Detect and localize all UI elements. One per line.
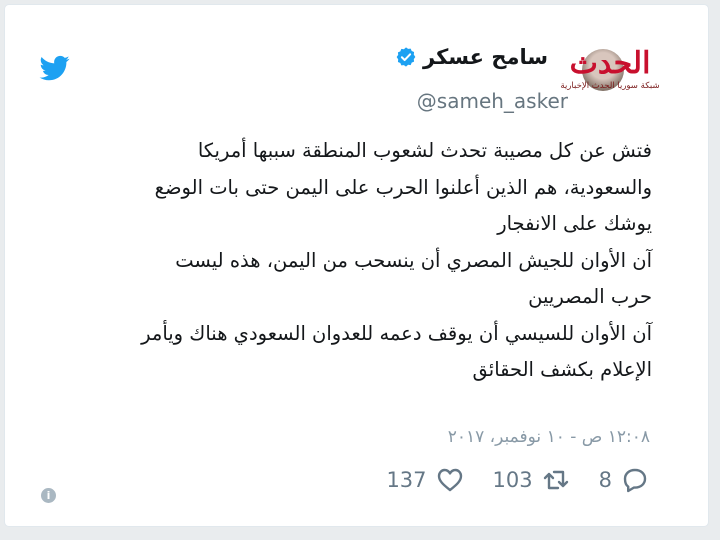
retweet-button[interactable]: 103 xyxy=(493,465,571,495)
heart-icon xyxy=(437,468,462,492)
tweet-card: الحدث شبكة سوريا الحدث الإخبارية سامح عس… xyxy=(4,4,709,527)
info-icon[interactable]: i xyxy=(41,488,56,503)
reply-icon xyxy=(623,468,647,493)
tweet-text-line: آن الأوان للسيسي أن يوقف دعمه للعدوان ال… xyxy=(141,321,652,345)
reply-count: 8 xyxy=(598,468,612,492)
tweet-text-line: آن الأوان للجيش المصري أن ينسحب من اليمن… xyxy=(175,248,652,272)
tweet-text: فتش عن كل مصيبة تحدث لشعوب المنطقة سببها… xyxy=(52,133,652,389)
twitter-bird-icon[interactable] xyxy=(38,53,72,83)
tweet-text-line: والسعودية، هم الذين أعلنوا الحرب على الي… xyxy=(154,175,652,199)
tweet-text-line: يوشك على الانفجار xyxy=(497,212,652,235)
author-name-row[interactable]: سامح عسكر xyxy=(395,45,548,69)
reply-button[interactable]: 8 xyxy=(599,465,650,495)
tweet-text-line: حرب المصريين xyxy=(528,285,652,308)
verified-badge-icon xyxy=(396,47,416,67)
author-name[interactable]: سامح عسكر xyxy=(423,45,548,69)
like-count: 137 xyxy=(386,468,427,492)
like-button[interactable]: 137 xyxy=(386,465,464,495)
tweet-timestamp[interactable]: ١٢:٠٨ ص - ١٠ نوفمبر، ٢٠١٧ xyxy=(448,427,650,447)
retweet-count: 103 xyxy=(492,468,533,492)
author-handle[interactable]: @sameh_asker xyxy=(417,89,568,113)
watermark-logo-text: الحدث xyxy=(569,46,652,81)
tweet-actions: 8 103 137 xyxy=(386,465,650,495)
tweet-text-line: فتش عن كل مصيبة تحدث لشعوب المنطقة سببها… xyxy=(197,139,652,162)
tweet-text-line: الإعلام بكشف الحقائق xyxy=(472,358,653,381)
retweet-icon xyxy=(543,470,568,490)
